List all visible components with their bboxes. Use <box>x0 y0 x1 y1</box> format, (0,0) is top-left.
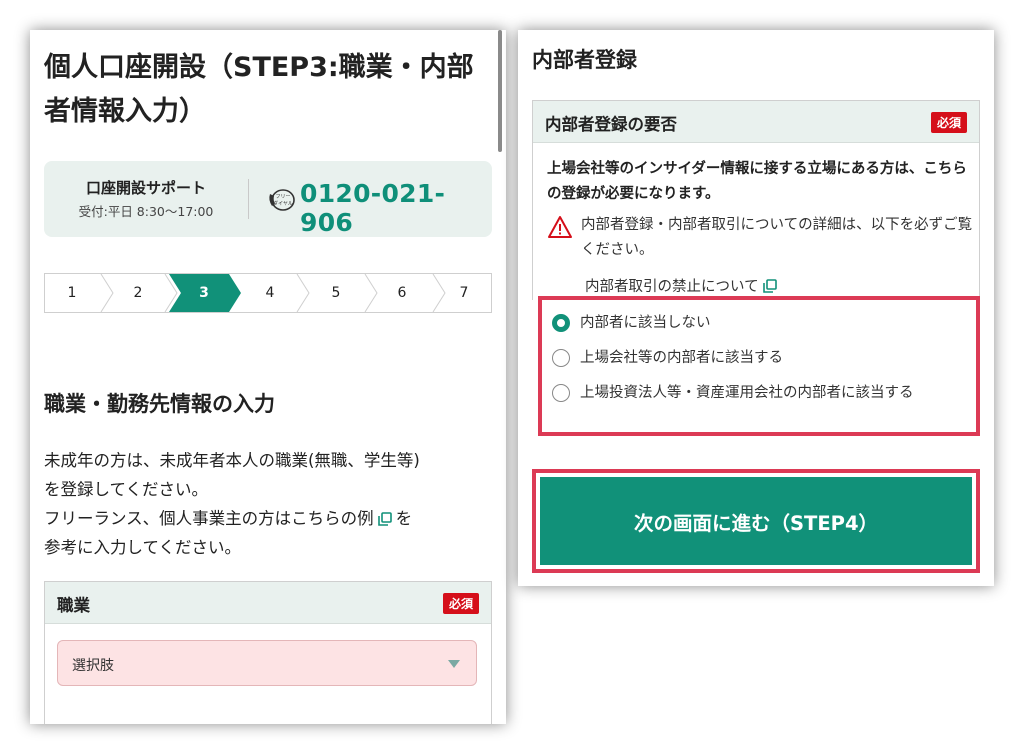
required-badge: 必須 <box>442 593 479 614</box>
step-6: 6 <box>397 285 407 301</box>
insider-section-title: 内部者登録 <box>532 48 637 72</box>
radio-unchecked[interactable] <box>552 349 570 367</box>
minor-note-line1: 未成年の方は、未成年者本人の職業(無職、学生等) <box>44 451 420 470</box>
insider-lead-text: 上場会社等のインサイダー情報に接する立場にある方は、こちらの登録が必要になります… <box>547 161 967 202</box>
warning-text: 内部者登録・内部者取引についての詳細は、以下を必ずご覧ください。 <box>581 217 973 258</box>
occupation-field: 職業 必須 選択肢 <box>44 581 492 724</box>
svg-text:フリー: フリー <box>275 194 290 200</box>
step-progress: 1 2 3 4 5 6 7 <box>44 273 492 313</box>
option-label: 内部者に該当しない <box>580 315 711 331</box>
insider-options-group: 内部者に該当しない 上場会社等の内部者に該当する 上場投資法人等・資産運用会社の… <box>538 296 980 436</box>
freelance-note-text: フリーランス、個人事業主の方はこちらの例 <box>44 509 374 528</box>
scrollbar[interactable] <box>498 30 502 152</box>
option-listed-company-insider[interactable]: 上場会社等の内部者に該当する <box>552 347 970 369</box>
insider-card-header: 内部者登録の要否 必須 <box>533 101 979 143</box>
freelance-note-line2: 参考に入力してください。 <box>44 538 242 557</box>
left-screen: 個人口座開設（STEP3:職業・内部者情報入力） 口座開設サポート 受付:平日 … <box>30 30 506 724</box>
section-title: 職業・勤務先情報の入力 <box>44 392 275 416</box>
external-link-icon[interactable] <box>762 279 777 293</box>
page-title: 個人口座開設（STEP3:職業・内部者情報入力） <box>44 52 474 127</box>
occupation-header: 職業 必須 <box>45 582 491 624</box>
right-screen: 内部者登録 内部者登録の要否 必須 上場会社等のインサイダー情報に接する立場にあ… <box>518 30 994 586</box>
insider-card-label: 内部者登録の要否 <box>545 115 677 134</box>
external-link-icon[interactable] <box>377 512 392 526</box>
step-7: 7 <box>459 285 469 301</box>
occupation-label: 職業 <box>57 596 90 615</box>
radio-unchecked[interactable] <box>552 384 570 402</box>
support-phone-number[interactable]: 0120-021-906 <box>300 179 492 237</box>
svg-text:ダイヤル: ダイヤル <box>273 200 293 207</box>
support-hours: 受付:平日 8:30〜17:00 <box>78 204 214 219</box>
minor-note-line2: を登録してください。 <box>44 480 209 499</box>
step-1: 1 <box>67 285 77 301</box>
next-step-button[interactable]: 次の画面に進む（STEP4） <box>540 477 972 565</box>
required-badge: 必須 <box>930 112 967 133</box>
option-not-insider[interactable]: 内部者に該当しない <box>552 312 970 334</box>
occupation-select-value: 選択肢 <box>72 658 114 674</box>
insider-trading-link[interactable]: 内部者取引の禁止について <box>585 275 781 296</box>
option-label: 上場会社等の内部者に該当する <box>580 350 783 366</box>
insider-card: 内部者登録の要否 必須 上場会社等のインサイダー情報に接する立場にある方は、こち… <box>532 100 980 300</box>
occupation-select[interactable]: 選択肢 <box>57 640 477 686</box>
radio-checked[interactable] <box>552 314 570 332</box>
step-5: 5 <box>331 285 341 301</box>
freedial-icon: フリー ダイヤル <box>269 189 295 211</box>
chevron-down-icon <box>448 660 460 668</box>
support-box: 口座開設サポート 受付:平日 8:30〜17:00 フリー ダイヤル 0120-… <box>44 161 492 237</box>
freelance-note-suffix: を <box>395 509 413 528</box>
option-label: 上場投資法人等・資産運用会社の内部者に該当する <box>580 385 914 401</box>
option-investment-corp-insider[interactable]: 上場投資法人等・資産運用会社の内部者に該当する <box>552 382 970 404</box>
support-divider <box>248 179 249 219</box>
warning-icon <box>548 216 572 238</box>
step-2: 2 <box>133 285 143 301</box>
insider-trading-link-text[interactable]: 内部者取引の禁止について <box>585 279 759 295</box>
step-3-active: 3 <box>199 285 209 301</box>
next-button-highlight: 次の画面に進む（STEP4） <box>532 469 980 573</box>
support-title: 口座開設サポート <box>85 179 206 197</box>
freelance-note: フリーランス、個人事業主の方はこちらの例 を 参考に入力してください。 <box>44 504 494 562</box>
minor-note: 未成年の方は、未成年者本人の職業(無職、学生等) を登録してください。 <box>44 446 494 504</box>
step-4: 4 <box>265 285 275 301</box>
